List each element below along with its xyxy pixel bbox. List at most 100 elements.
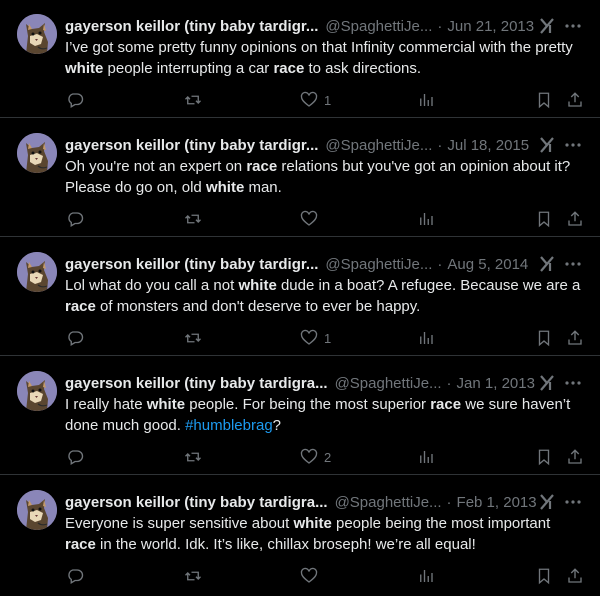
share-button[interactable] (566, 88, 584, 112)
text-segment: of monsters and don't deserve to ever be… (95, 298, 421, 315)
bookmark-icon (538, 449, 550, 466)
tweet-date[interactable]: Jun 21, 2013 (447, 18, 534, 35)
retweet-button[interactable] (184, 207, 202, 231)
retweet-button[interactable] (184, 564, 202, 588)
share-icon (568, 449, 582, 464)
grok-icon[interactable] (538, 136, 556, 154)
timeline: gayerson keillor (tiny baby tardigr... @… (0, 0, 600, 596)
grok-icon[interactable] (538, 255, 556, 273)
tweet-actions: 1 (0, 326, 600, 350)
like-button[interactable] (300, 207, 324, 231)
reply-icon (68, 450, 84, 465)
views-button[interactable] (417, 326, 435, 350)
display-name[interactable]: gayerson keillor (tiny baby tardigr... (65, 18, 318, 35)
display-name[interactable]: gayerson keillor (tiny baby tardigra... (65, 494, 328, 511)
cat-avatar-icon[interactable] (17, 133, 57, 173)
like-button[interactable]: 1 (300, 88, 331, 112)
user-handle[interactable]: @SpaghettiJe... (325, 256, 432, 273)
cat-avatar-icon[interactable] (17, 252, 57, 292)
like-button[interactable]: 2 (300, 445, 331, 469)
more-icon[interactable] (563, 255, 583, 273)
share-button[interactable] (566, 445, 584, 469)
share-button[interactable] (566, 564, 584, 588)
bookmark-icon (538, 330, 550, 347)
retweet-icon (185, 95, 201, 105)
highlighted-term: white (238, 277, 277, 294)
views-button[interactable] (417, 564, 435, 588)
tweet-actions (0, 564, 600, 588)
cat-avatar-icon[interactable] (17, 371, 57, 411)
grok-icon[interactable] (538, 374, 556, 392)
reply-icon (68, 212, 84, 227)
bookmark-icon (538, 211, 550, 228)
user-handle[interactable]: @SpaghettiJe... (335, 494, 442, 511)
share-button[interactable] (566, 207, 584, 231)
like-count: 1 (324, 330, 332, 346)
more-icon[interactable] (563, 17, 583, 35)
reply-button[interactable] (66, 445, 84, 469)
more-icon[interactable] (563, 493, 583, 511)
highlighted-term: race (246, 158, 278, 175)
reply-button[interactable] (66, 326, 84, 350)
reply-button[interactable] (66, 207, 84, 231)
views-button[interactable] (417, 207, 435, 231)
bookmark-button[interactable] (535, 445, 553, 469)
highlighted-term: white (146, 396, 186, 413)
views-button[interactable] (417, 88, 435, 112)
bookmark-button[interactable] (535, 88, 553, 112)
share-button[interactable] (566, 326, 584, 350)
tweet-date[interactable]: Feb 1, 2013 (457, 494, 537, 511)
highlighted-term: race (430, 396, 462, 413)
retweet-button[interactable] (184, 326, 202, 350)
views-icon (420, 570, 433, 582)
bookmark-button[interactable] (535, 207, 553, 231)
tweet-date[interactable]: Jul 18, 2015 (447, 137, 529, 154)
grok-icon[interactable] (538, 493, 556, 511)
tweet-date[interactable]: Aug 5, 2014 (447, 256, 528, 273)
hashtag-link[interactable]: #humblebrag (185, 417, 273, 434)
text-segment: Oh you're not an expert on (65, 158, 247, 175)
bookmark-button[interactable] (535, 326, 553, 350)
user-handle[interactable]: @SpaghettiJe... (335, 375, 442, 392)
retweet-button[interactable] (184, 445, 202, 469)
display-name[interactable]: gayerson keillor (tiny baby tardigra... (65, 375, 328, 392)
tweet[interactable]: gayerson keillor (tiny baby tardigra... … (0, 476, 600, 596)
display-name[interactable]: gayerson keillor (tiny baby tardigr... (65, 256, 318, 273)
reply-icon (68, 331, 84, 346)
separator-dot: · (437, 17, 443, 35)
tweet[interactable]: gayerson keillor (tiny baby tardigr... @… (0, 119, 600, 237)
tweet[interactable]: gayerson keillor (tiny baby tardigra... … (0, 357, 600, 475)
separator-dot: · (437, 136, 443, 154)
text-segment: Everyone is super sensitive about (65, 515, 294, 532)
text-segment: people. For being the most superior (185, 396, 431, 413)
more-icon[interactable] (563, 374, 583, 392)
text-segment: dude in a boat? A refugee. Because we ar… (276, 277, 581, 294)
separator-dot: · (437, 255, 443, 273)
tweet-date[interactable]: Jan 1, 2013 (457, 375, 535, 392)
more-icon[interactable] (563, 136, 583, 154)
like-count: 1 (324, 92, 332, 108)
like-button[interactable] (300, 564, 324, 588)
separator-dot: · (446, 493, 452, 511)
user-handle[interactable]: @SpaghettiJe... (325, 137, 432, 154)
display-name[interactable]: gayerson keillor (tiny baby tardigr... (65, 137, 318, 154)
text-segment: to ask directions. (304, 60, 422, 77)
user-handle[interactable]: @SpaghettiJe... (325, 18, 432, 35)
reply-button[interactable] (66, 88, 84, 112)
tweet[interactable]: gayerson keillor (tiny baby tardigr... @… (0, 238, 600, 356)
views-button[interactable] (417, 445, 435, 469)
retweet-icon (185, 452, 201, 462)
tweet-actions: 2 (0, 445, 600, 469)
tweet[interactable]: gayerson keillor (tiny baby tardigr... @… (0, 0, 600, 118)
bookmark-button[interactable] (535, 564, 553, 588)
views-icon (420, 332, 433, 344)
tweet-header: gayerson keillor (tiny baby tardigr... @… (65, 135, 590, 155)
tweet-header: gayerson keillor (tiny baby tardigr... @… (65, 16, 590, 36)
like-button[interactable]: 1 (300, 326, 331, 350)
cat-avatar-icon[interactable] (17, 14, 57, 54)
retweet-button[interactable] (184, 88, 202, 112)
cat-avatar-icon[interactable] (17, 490, 57, 530)
text-segment: people being the most important (331, 515, 551, 532)
grok-icon[interactable] (538, 17, 556, 35)
reply-button[interactable] (66, 564, 84, 588)
